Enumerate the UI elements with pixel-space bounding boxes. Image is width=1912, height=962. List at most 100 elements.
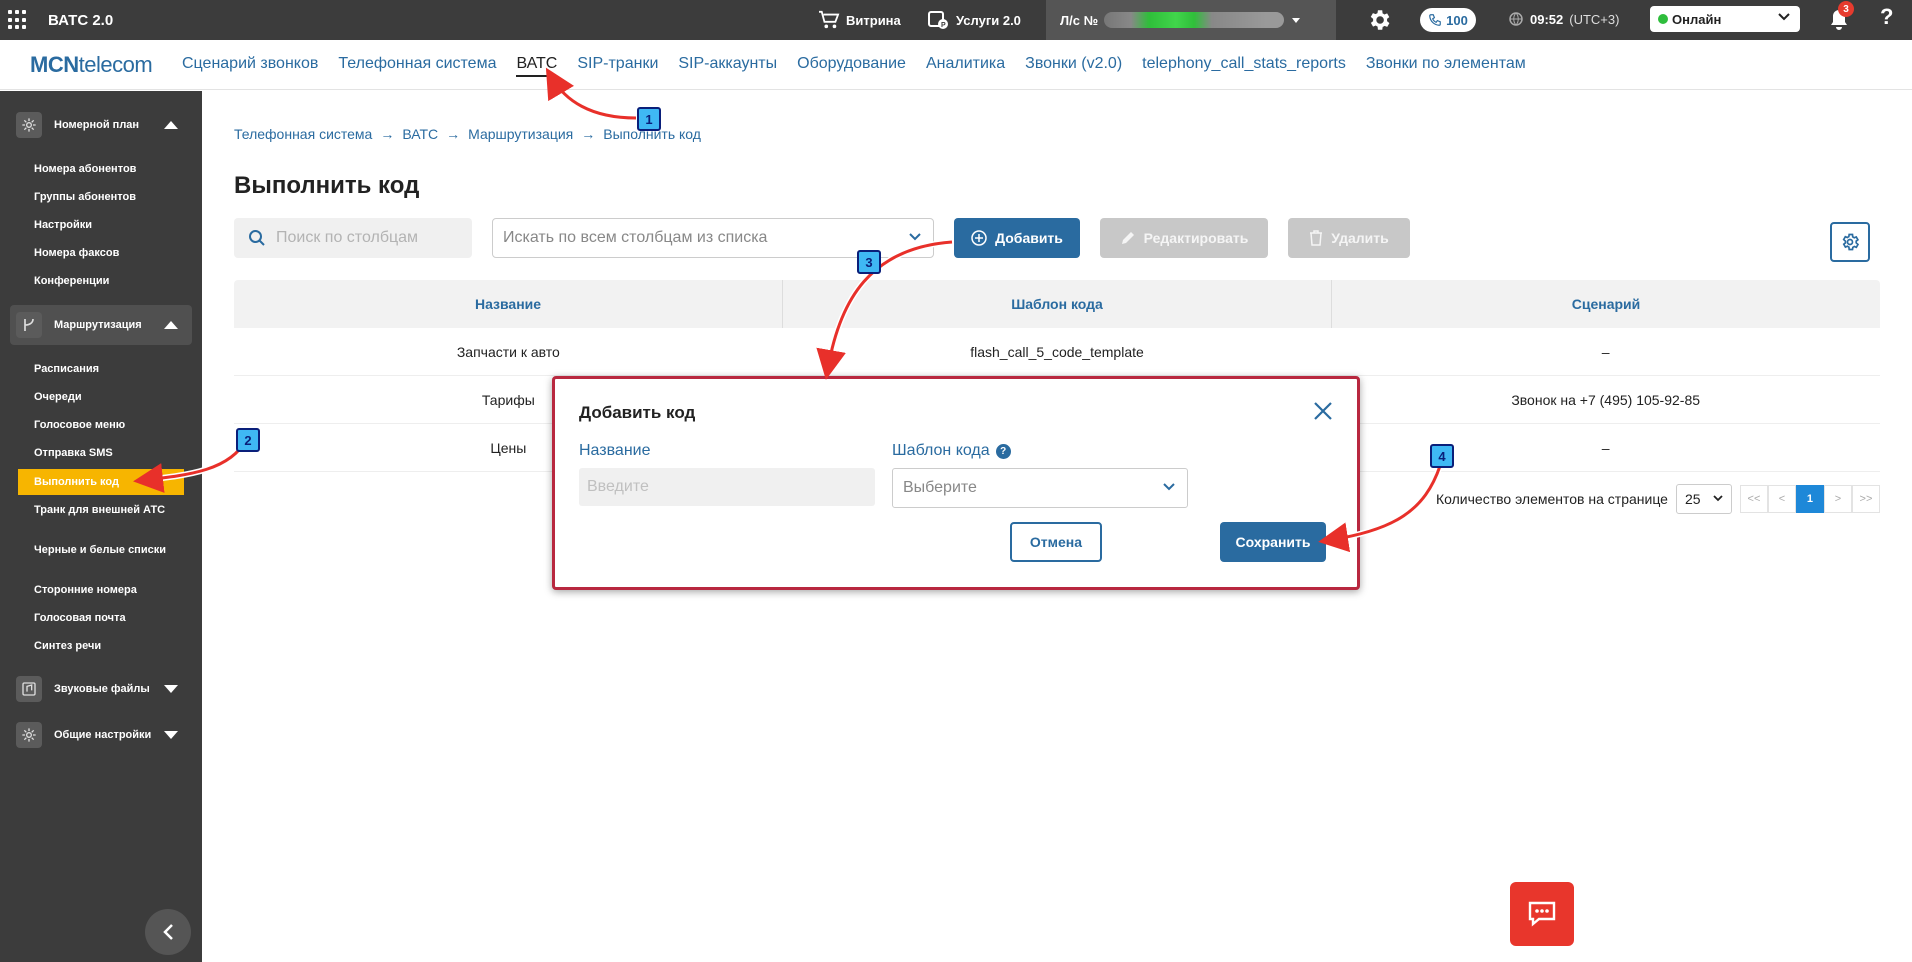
nav-link-vats[interactable]: ВАТС — [516, 55, 558, 77]
sidebar-section-label: Звуковые файлы — [54, 683, 150, 695]
chevron-down-icon — [909, 233, 921, 241]
help-icon[interactable]: ? — [1880, 4, 1893, 30]
nav-link-call-scenarios[interactable]: Сценарий звонков — [182, 55, 318, 77]
table-cell: Звонок на +7 (495) 105-92-85 — [1511, 391, 1701, 408]
sidebar-item-fax-numbers[interactable]: Номера факсов — [34, 247, 174, 260]
expand-down-icon — [164, 731, 178, 739]
pencil-icon — [1121, 232, 1134, 244]
page-current-button[interactable]: 1 — [1795, 485, 1824, 513]
breadcrumb-arrow-icon: → — [581, 126, 596, 142]
settings-gear-icon[interactable] — [1366, 7, 1392, 38]
help-question-icon[interactable]: ? — [995, 443, 1011, 459]
clock-time: 09:52 — [1530, 11, 1564, 27]
nav-link-telephony-system[interactable]: Телефонная система — [338, 55, 496, 77]
sidebar-section-sound-files[interactable]: Звуковые файлы — [10, 669, 192, 709]
sidebar-section-label: Маршрутизация — [54, 319, 142, 331]
nav-link-analytics[interactable]: Аналитика — [926, 55, 1005, 77]
delete-button[interactable]: Удалить — [1288, 218, 1410, 258]
nav-link-calls-v2[interactable]: Звонки (v2.0) — [1025, 55, 1122, 77]
per-page-select[interactable]: 25 — [1675, 484, 1732, 514]
gear-icon — [16, 112, 42, 138]
sidebar-item-subscriber-numbers[interactable]: Номера абонентов — [34, 163, 174, 176]
column-search-input[interactable] — [276, 229, 456, 247]
services-label: Услуги 2.0 — [956, 12, 1021, 28]
nav-link-calls-by-elements[interactable]: Звонки по элементам — [1366, 55, 1526, 77]
breadcrumb-item[interactable]: ВАТС — [402, 126, 438, 142]
clock: 09:52 (UTC+3) — [1508, 11, 1619, 27]
app-brand: ВАТС 2.0 — [48, 12, 114, 29]
sidebar-item-black-white-lists[interactable]: Черные и белые списки — [34, 544, 174, 557]
sidebar-item-conferences[interactable]: Конференции — [34, 275, 174, 288]
sidebar-item-voice-menu[interactable]: Голосовое меню — [34, 419, 174, 432]
page-prev-button[interactable]: < — [1767, 485, 1796, 513]
save-button[interactable]: Сохранить — [1220, 522, 1326, 562]
sidebar-section-general-settings[interactable]: Общие настройки — [10, 715, 192, 755]
sidebar-item-schedules[interactable]: Расписания — [34, 363, 174, 376]
sidebar-section-label: Общие настройки — [54, 729, 152, 741]
sidebar-section-number-plan[interactable]: Номерной план — [10, 105, 192, 145]
top-bar: ВАТС 2.0 Витрина P Услуги 2.0 Л/с № 100 … — [0, 0, 1912, 40]
showcase-link[interactable]: Витрина — [818, 10, 901, 30]
name-field-label: Название — [579, 442, 651, 460]
account-selector[interactable]: Л/с № — [1046, 0, 1336, 40]
per-page-value: 25 — [1684, 491, 1701, 507]
breadcrumb-arrow-icon: → — [380, 126, 395, 142]
sidebar-collapse-button[interactable] — [145, 909, 191, 955]
sidebar-item-third-party-numbers[interactable]: Сторонние номера — [34, 584, 174, 597]
add-button[interactable]: Добавить — [954, 218, 1080, 258]
collapse-up-icon — [164, 321, 178, 329]
sidebar-item-execute-code[interactable]: Выполнить код — [18, 469, 184, 495]
sidebar-item-voicemail[interactable]: Голосовая почта — [34, 612, 174, 625]
nav-link-call-stats-reports[interactable]: telephony_call_stats_reports — [1142, 55, 1346, 77]
status-select[interactable]: Онлайн — [1650, 6, 1800, 32]
page-next-button[interactable]: > — [1823, 485, 1852, 513]
breadcrumb-item[interactable]: Телефонная система — [234, 126, 372, 142]
table-settings-button[interactable] — [1830, 222, 1870, 262]
column-header-scenario[interactable]: Сценарий — [1332, 280, 1880, 328]
step-marker-2: 2 — [236, 428, 260, 452]
clock-timezone: (UTC+3) — [1569, 11, 1620, 27]
collapse-up-icon — [164, 121, 178, 129]
table-cell: – — [1601, 343, 1610, 360]
page-last-button[interactable]: >> — [1851, 485, 1880, 513]
sidebar-item-external-pbx-trunk[interactable]: Транк для внешней АТС — [34, 504, 174, 517]
sidebar-item-speech-synthesis[interactable]: Синтез речи — [34, 640, 174, 653]
name-input[interactable] — [579, 468, 875, 506]
page-first-button[interactable]: << — [1739, 485, 1768, 513]
breadcrumb-item[interactable]: Маршрутизация — [468, 126, 573, 142]
services-link[interactable]: P Услуги 2.0 — [928, 10, 1021, 30]
pagination: Количество элементов на странице 25 << <… — [1436, 484, 1880, 514]
cancel-button[interactable]: Отмена — [1010, 522, 1102, 562]
sidebar-section-label: Номерной план — [54, 119, 140, 131]
phone-icon — [1429, 14, 1441, 26]
sidebar-item-settings[interactable]: Настройки — [34, 219, 174, 232]
column-header-name[interactable]: Название — [234, 280, 783, 328]
search-all-placeholder: Искать по всем столбцам из списка — [503, 229, 768, 246]
sidebar-item-subscriber-groups[interactable]: Группы абонентов — [34, 191, 174, 204]
sidebar-item-queues[interactable]: Очереди — [34, 391, 174, 404]
logo[interactable]: MCNtelecom — [30, 52, 153, 78]
sidebar-item-send-sms[interactable]: Отправка SMS — [34, 447, 174, 460]
step-marker-3: 3 — [857, 250, 881, 274]
template-label-text: Шаблон кода — [892, 442, 990, 459]
sidebar-section-routing[interactable]: Маршрутизация — [10, 305, 192, 345]
trash-icon — [1310, 230, 1323, 246]
add-button-label: Добавить — [995, 230, 1063, 246]
edit-button[interactable]: Редактировать — [1100, 218, 1268, 258]
table-row[interactable]: Запчасти к авто flash_call_5_code_templa… — [234, 328, 1880, 376]
column-search[interactable] — [234, 218, 472, 258]
chevron-left-icon — [163, 924, 173, 940]
chevron-down-icon — [1778, 13, 1790, 21]
nav-link-sip-accounts[interactable]: SIP-аккаунты — [678, 55, 777, 77]
code-template-select[interactable]: Выберите — [892, 468, 1188, 508]
column-header-code-template[interactable]: Шаблон кода — [783, 280, 1332, 328]
nav-link-sip-trunks[interactable]: SIP-транки — [577, 55, 658, 77]
close-icon[interactable] — [1313, 401, 1333, 426]
notifications-bell-icon[interactable]: 3 — [1828, 1, 1854, 37]
chat-button[interactable] — [1510, 882, 1574, 946]
active-calls-pill[interactable]: 100 — [1420, 8, 1476, 32]
per-page-label: Количество элементов на странице — [1436, 491, 1668, 507]
nav-link-equipment[interactable]: Оборудование — [797, 55, 906, 77]
apps-grid-icon[interactable] — [8, 10, 28, 30]
cart-icon — [819, 10, 840, 29]
